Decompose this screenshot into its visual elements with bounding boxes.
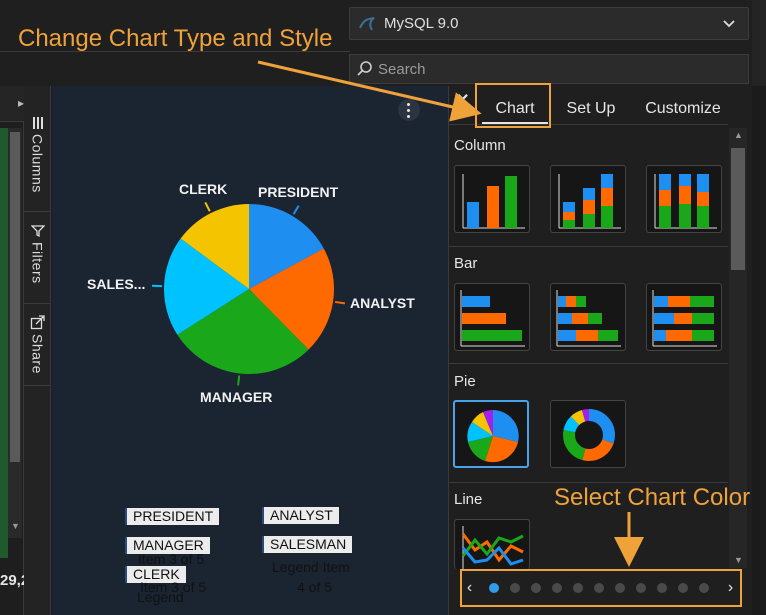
line-chart-icon <box>461 526 524 570</box>
divider <box>448 482 728 483</box>
legend-sr-text: Legend Item <box>272 559 350 575</box>
section-title-pie: Pie <box>454 373 476 390</box>
section-title-line: Line <box>454 491 483 508</box>
normalized-column-icon <box>654 174 717 229</box>
scrollbar-thumb[interactable] <box>731 148 745 270</box>
annotation-change-chart: Change Chart Type and Style <box>18 25 333 52</box>
annotation-highlight-pager <box>460 569 742 607</box>
column-chart-icon <box>462 174 525 229</box>
legend-item-salesman[interactable]: SALESMAN <box>262 536 353 553</box>
pie-label-clerk: CLERK <box>179 181 228 197</box>
chart-type-stacked-bar[interactable] <box>550 283 626 351</box>
chart-type-line[interactable] <box>454 519 530 570</box>
doughnut-chart-icon <box>563 409 615 461</box>
pie-label-salesman: SALES... <box>87 276 146 292</box>
chart-type-bar[interactable] <box>454 283 530 351</box>
scroll-up-icon[interactable]: ▲ <box>734 130 743 140</box>
scroll-down-icon[interactable]: ▼ <box>734 555 743 565</box>
section-title-bar: Bar <box>454 255 478 272</box>
legend-sr-text: Item 3 of 5 <box>138 551 205 567</box>
normalized-bar-icon <box>652 290 717 347</box>
divider <box>448 246 728 247</box>
pie-label-analyst: ANALYST <box>350 295 415 311</box>
legend-item-president[interactable]: PRESIDENT <box>125 508 220 525</box>
pie-leader-line <box>334 300 346 305</box>
app-window: MySQL 9.0 ▸ ▼ 29,225 Columns <box>0 0 766 615</box>
pie-chart-icon <box>467 410 519 463</box>
annotation-highlight-chart-tab <box>475 83 551 128</box>
close-icon[interactable]: ✕ <box>456 90 469 110</box>
window-scrollbar[interactable] <box>752 86 766 615</box>
annotation-select-color: Select Chart Color <box>554 484 751 511</box>
section-title-column: Column <box>454 137 506 154</box>
chart-type-stacked-column[interactable] <box>550 165 626 233</box>
tab-setup[interactable]: Set Up <box>558 94 624 124</box>
chart-type-normalized-column[interactable] <box>646 165 722 233</box>
legend-item-analyst[interactable]: ANALYST <box>262 507 339 524</box>
tab-customize[interactable]: Customize <box>640 94 726 124</box>
legend-sr-text: 4 of 5 <box>297 579 333 595</box>
pie-label-president: PRESIDENT <box>258 184 339 200</box>
chart-type-doughnut[interactable] <box>550 400 626 468</box>
stacked-column-icon <box>558 174 621 229</box>
chart-type-pie[interactable] <box>453 400 529 468</box>
pie-leader-line <box>237 375 241 386</box>
chart-type-normalized-bar[interactable] <box>646 283 722 351</box>
pie-leader-line <box>204 201 211 212</box>
bar-chart-icon <box>460 290 525 347</box>
legend-sr-text: Legend <box>137 589 184 605</box>
pie-leader-line <box>292 205 300 215</box>
divider <box>448 363 728 364</box>
chart-type-column[interactable] <box>454 165 530 233</box>
pie-label-manager: MANAGER <box>200 389 273 405</box>
stacked-bar-icon <box>556 290 621 347</box>
